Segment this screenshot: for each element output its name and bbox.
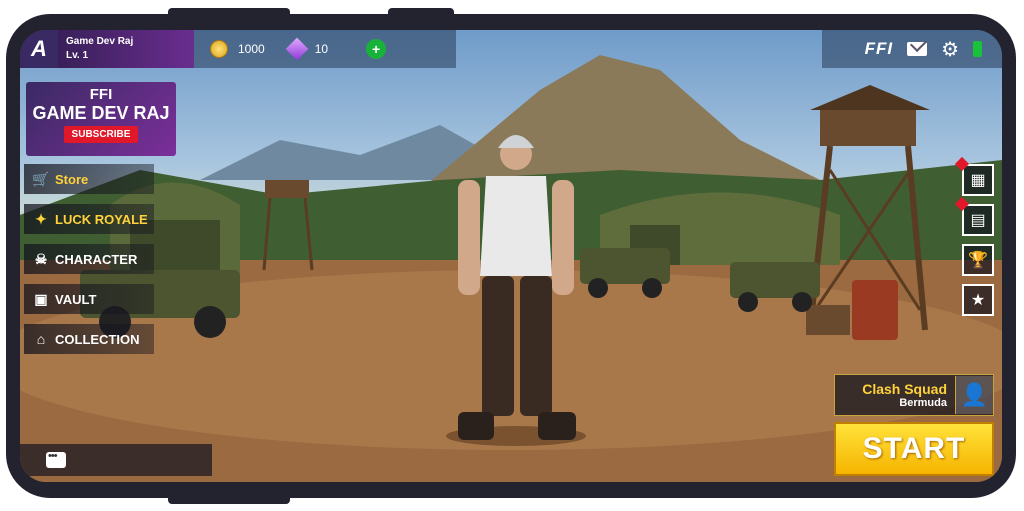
diamond-count: 10 [314, 42, 329, 56]
player-level: Lv. 1 [66, 50, 89, 61]
currency-bar: 1000 10 + [194, 30, 456, 68]
subscribe-button[interactable]: SUBSCRIBE [63, 126, 139, 143]
menu-item-label: COLLECTION [55, 331, 140, 347]
menu-item-label: VAULT [55, 291, 97, 307]
mountain [420, 55, 820, 190]
character-leg [482, 276, 514, 416]
clipboard-icon[interactable]: ▤ [954, 196, 994, 236]
mode-map: Bermuda [899, 397, 947, 409]
small-tower [265, 180, 309, 198]
skull-icon: ☠ [34, 250, 48, 267]
start-button[interactable]: START [834, 422, 994, 476]
cart-icon: 🛒 [32, 170, 50, 187]
add-currency-button[interactable]: + [366, 39, 387, 59]
coin-count: 1000 [238, 42, 265, 56]
watch-tower-roof [810, 85, 930, 110]
menu-item-store[interactable]: 🛒 Store [24, 164, 154, 194]
diamond-icon [285, 37, 309, 61]
menu-item-character[interactable]: ☠ CHARACTER [24, 244, 154, 274]
game-mode-selector[interactable]: Clash Squad Bermuda 👤 [834, 374, 994, 416]
squad-avatar-icon: 👤 [955, 376, 993, 414]
character-leg [520, 276, 552, 416]
character-boot [458, 412, 494, 440]
menu-item-vault[interactable]: ▣ VAULT [24, 284, 154, 314]
menu-item-luck-royale[interactable]: ✦ LUCK ROYALE [24, 204, 154, 234]
calendar-icon[interactable]: ▦ [954, 156, 994, 196]
luck-icon: ✦ [35, 210, 47, 227]
watch-tower-top [820, 110, 916, 146]
jeep [580, 248, 670, 284]
battery-icon [973, 41, 982, 57]
badge-icon[interactable]: ★ [962, 284, 994, 316]
jeep-wheel [194, 306, 226, 338]
player-name: Game Dev Raj [66, 36, 134, 47]
menu-item-label: CHARACTER [55, 251, 138, 267]
coin-icon [210, 40, 228, 58]
jeep-wheel [738, 292, 758, 312]
mail-icon[interactable] [907, 42, 928, 56]
banner-line1: FFI [89, 86, 113, 103]
jeep-wheel [642, 278, 662, 298]
jeep-wheel [792, 292, 812, 312]
vault-icon: ▣ [34, 290, 48, 307]
jeep [730, 262, 820, 298]
menu-item-label: LUCK ROYALE [55, 211, 148, 227]
menu-item-label: Store [55, 171, 89, 187]
jeep-wheel [588, 278, 608, 298]
character-shirt [480, 176, 552, 276]
chat-icon[interactable] [46, 450, 66, 468]
character-arm [458, 180, 480, 295]
menu-item-collection[interactable]: ⌂ COLLECTION [24, 324, 154, 354]
crate [806, 305, 850, 335]
brand-logo: FFI [864, 39, 894, 58]
character-boot [538, 412, 576, 440]
channel-banner[interactable]: FFI GAME DEV RAJ SUBSCRIBE [26, 82, 176, 156]
game-screen: A Game Dev Raj Lv. 1 1000 10 + FFI ⚙ FFI… [20, 30, 1002, 482]
top-right-bar: FFI ⚙ [822, 30, 1002, 68]
trophy-icon[interactable]: 🏆 [962, 244, 994, 276]
right-icon-column: ▦ ▤ 🏆 ★ [954, 156, 994, 324]
left-menu: 🛒 Store ✦ LUCK ROYALE ☠ CHARACTER ▣ VAUL… [24, 164, 154, 364]
player-profile[interactable]: A Game Dev Raj Lv. 1 [20, 30, 194, 68]
game-logo: A [20, 30, 58, 68]
character-arm [552, 180, 574, 295]
gear-icon[interactable]: ⚙ [941, 37, 959, 62]
chat-bar[interactable] [20, 444, 212, 476]
banner-line2: GAME DEV RAJ [32, 103, 170, 123]
home-icon: ⌂ [36, 331, 46, 347]
barrel [852, 280, 898, 340]
mode-title: Clash Squad [862, 381, 947, 397]
